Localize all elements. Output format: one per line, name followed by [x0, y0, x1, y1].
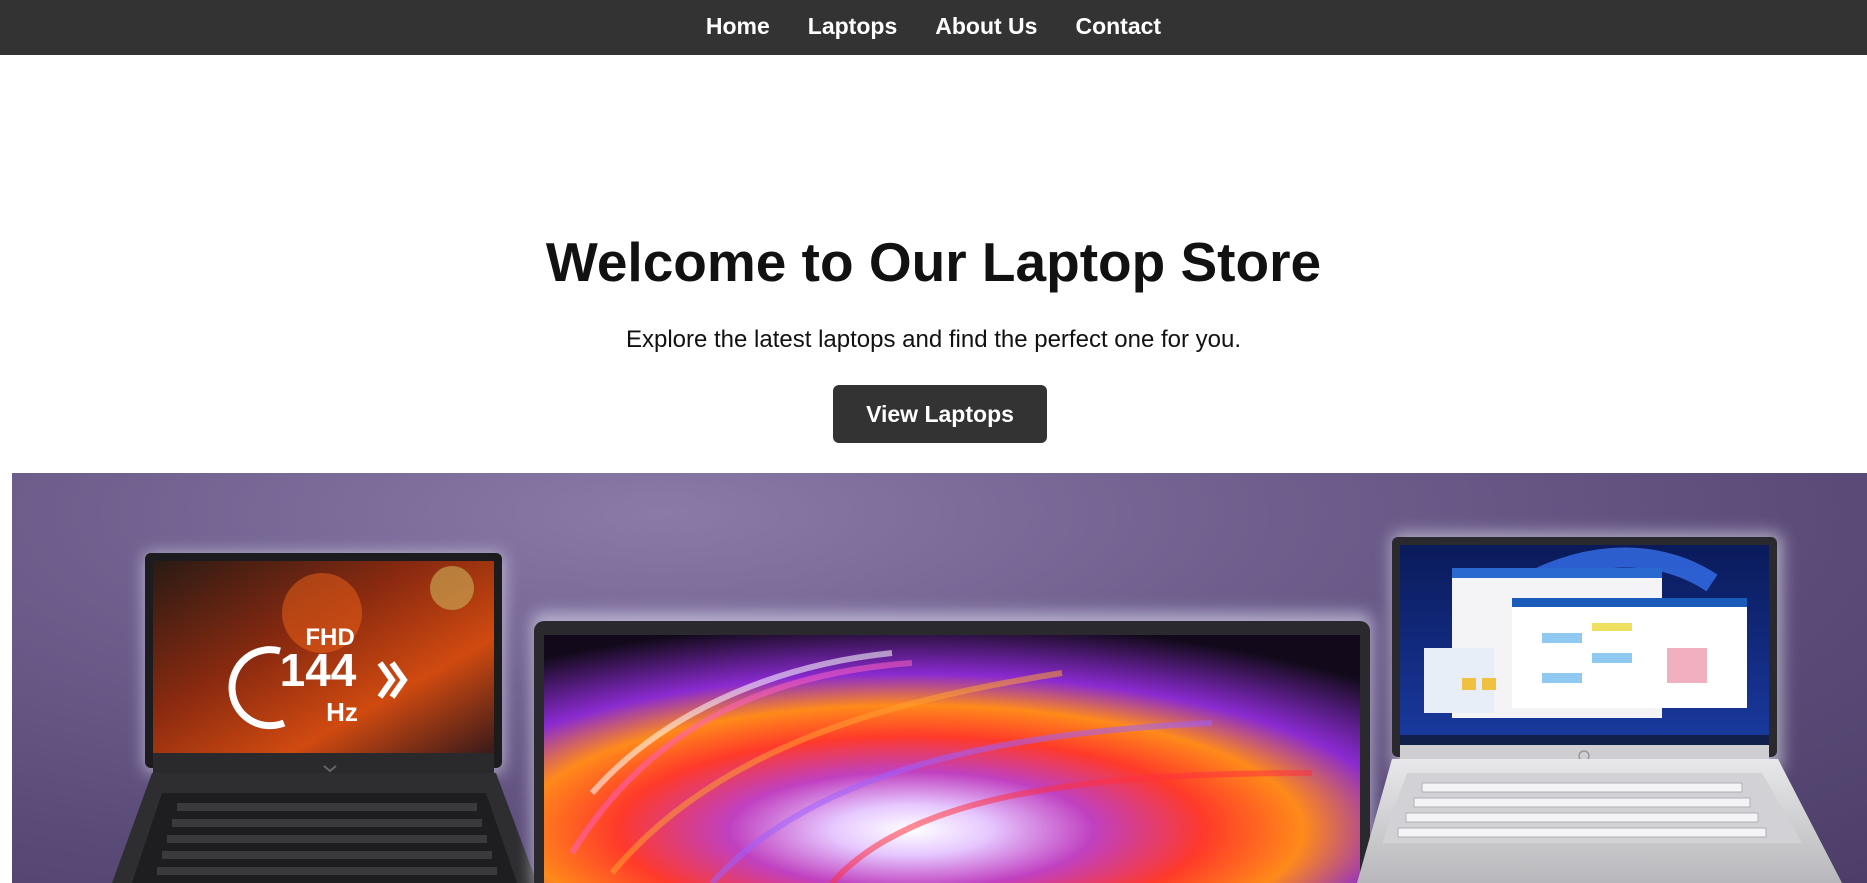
silver-laptop	[1357, 533, 1842, 883]
gaming-laptop: FHD 144 Hz	[112, 553, 537, 883]
center-laptop	[532, 613, 1372, 883]
nav-link-about-us[interactable]: About Us	[935, 14, 1037, 38]
nav-link-contact[interactable]: Contact	[1075, 14, 1161, 38]
nav-link-home[interactable]: Home	[706, 14, 770, 38]
laptops-illustration: FHD 144 Hz	[112, 533, 1842, 883]
hero-title: Welcome to Our Laptop Store	[545, 231, 1322, 293]
hz-label: Hz	[326, 697, 358, 727]
view-laptops-button[interactable]: View Laptops	[833, 385, 1047, 443]
hero-subtitle: Explore the latest laptops and find the …	[625, 326, 1242, 353]
top-nav: Home Laptops About Us Contact	[0, 0, 1867, 55]
refresh-rate-label: 144	[280, 644, 357, 696]
nav-link-laptops[interactable]: Laptops	[808, 14, 897, 38]
laptops-banner-image: FHD 144 Hz	[12, 473, 1867, 883]
